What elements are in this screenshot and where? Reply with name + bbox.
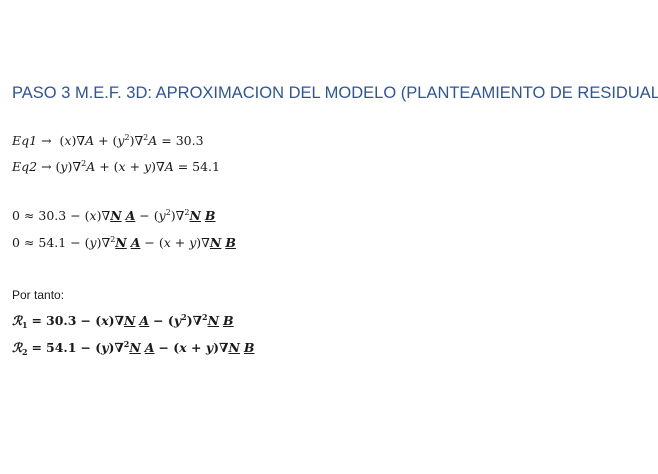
symbol-a: A: [139, 313, 150, 328]
equation-1-arrow: →: [41, 133, 52, 148]
symbol-a: A: [125, 208, 136, 223]
symbol-b: B: [223, 313, 234, 328]
symbol-n: N: [209, 235, 222, 250]
page-title: PASO 3 M.E.F. 3D: APROXIMACION DEL MODEL…: [12, 84, 658, 102]
equation-1-rhs: 30.3: [175, 133, 204, 148]
residual-2-value: 54.1: [46, 340, 77, 355]
approximation-2-lhs: 0 ≈ 54.1: [12, 235, 67, 250]
residual-1-value: 30.3: [46, 313, 77, 328]
symbol-b: B: [204, 208, 216, 223]
symbol-n: N: [129, 340, 141, 355]
residual-1: ℛ1 = 30.3 − (x)∇N A − (y2)∇2N B: [12, 312, 234, 330]
symbol-n: N: [228, 340, 240, 355]
symbol-n: N: [123, 313, 136, 328]
residual-2: ℛ2 = 54.1 − (y)∇2N A − (x + y)∇N B: [12, 339, 255, 357]
equation-2-label: Eq2: [12, 159, 38, 174]
approximation-1-lhs: 0 ≈ 30.3: [12, 208, 67, 223]
por-tanto-label: Por tanto:: [12, 288, 65, 302]
equation-1: Eq1 → (x)∇A + (y2)∇2A = 30.3: [12, 133, 204, 148]
residual-2-subscript: 2: [21, 347, 28, 357]
symbol-b: B: [225, 235, 236, 250]
residual-1-subscript: 1: [21, 320, 28, 330]
approximation-1: 0 ≈ 30.3 − (x)∇N A − (y2)∇2N B: [12, 208, 216, 223]
symbol-n: N: [207, 313, 220, 328]
residual-2-symbol: ℛ: [12, 340, 22, 355]
symbol-n: N: [189, 208, 201, 223]
symbol-n: N: [110, 208, 122, 223]
symbol-a: A: [130, 235, 141, 250]
residual-1-symbol: ℛ: [12, 313, 22, 328]
symbol-n: N: [115, 235, 127, 250]
approximation-2: 0 ≈ 54.1 − (y)∇2N A − (x + y)∇N B: [12, 235, 236, 250]
equation-2-arrow: →: [41, 159, 52, 174]
equation-2-rhs: 54.1: [192, 159, 220, 174]
equation-2: Eq2 → (y)∇2A + (x + y)∇A = 54.1: [12, 159, 220, 174]
symbol-b: B: [243, 340, 255, 355]
symbol-a: A: [144, 340, 155, 355]
equation-1-label: Eq1: [12, 133, 38, 148]
